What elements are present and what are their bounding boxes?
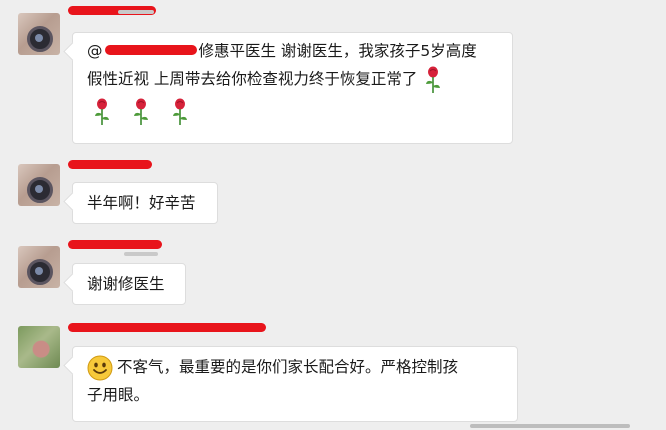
message-line-2: 子用眼。: [87, 381, 505, 409]
message-bubble: 谢谢修医生: [72, 263, 186, 305]
message-bubble: 半年啊！好辛苦: [72, 182, 218, 224]
next-sender-name-remnant: [470, 424, 630, 428]
mention-prefix: @: [87, 42, 103, 60]
sender-avatar[interactable]: [18, 246, 60, 288]
redacted-mention: [104, 44, 197, 55]
rose-emoji-icon: [172, 98, 187, 125]
message-line-1: @ 修惠平医生 谢谢医生，我家孩子5岁高度: [87, 37, 500, 65]
message-line-2: 假性近视 上周带去给你检查视力终于恢复正常了: [87, 65, 500, 94]
redacted-sender-name: [68, 160, 152, 169]
message-text: 不客气，最重要的是你们家长配合好。严格控制孩: [117, 358, 459, 376]
message-text: 谢谢修医生: [87, 275, 165, 293]
message-text: 修惠平医生 谢谢医生，我家孩子5岁高度: [198, 42, 477, 60]
rose-emoji-icon: [426, 66, 441, 93]
redacted-sender-name: [68, 240, 162, 249]
sender-avatar[interactable]: [18, 326, 60, 368]
message-bubble: @ 修惠平医生 谢谢医生，我家孩子5岁高度 假性近视 上周带去给你检查视力终于恢复…: [72, 32, 513, 144]
sender-name-remnant: [124, 252, 158, 256]
smiley-emoji-icon: [87, 355, 113, 380]
sender-name-remnant: [118, 10, 154, 14]
rose-emoji-icon: [133, 98, 148, 125]
message-text: 假性近视 上周带去给你检查视力终于恢复正常了: [87, 70, 418, 88]
message-line-1: 不客气，最重要的是你们家长配合好。严格控制孩: [87, 353, 505, 381]
emoji-row: [87, 98, 500, 127]
sender-avatar[interactable]: [18, 13, 60, 55]
message-bubble: 不客气，最重要的是你们家长配合好。严格控制孩 子用眼。: [72, 346, 518, 422]
redacted-sender-name: [68, 323, 266, 332]
message-text: 半年啊！好辛苦: [87, 194, 196, 212]
rose-emoji-icon: [95, 98, 109, 125]
sender-avatar[interactable]: [18, 164, 60, 206]
message-text: 子用眼。: [87, 386, 150, 404]
